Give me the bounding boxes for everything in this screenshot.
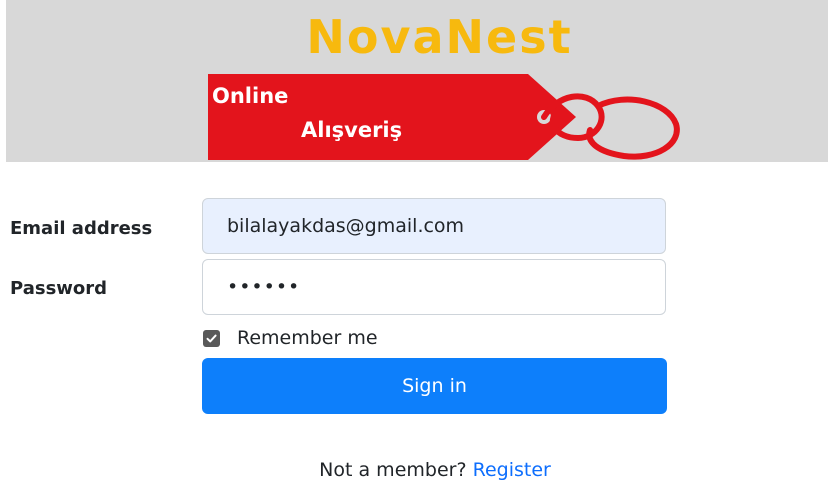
online-shopping-tag-logo: Online Alışveriş: [206, 72, 682, 162]
remember-me-row[interactable]: Remember me: [203, 324, 378, 352]
password-field[interactable]: [202, 259, 666, 315]
remember-me-label: Remember me: [237, 327, 378, 349]
not-a-member-text: Not a member?: [319, 459, 467, 481]
password-label: Password: [10, 278, 108, 299]
check-icon: [206, 334, 217, 342]
register-prompt: Not a member? Register: [0, 456, 828, 484]
tag-text-online: Online: [212, 84, 289, 108]
email-label: Email address: [10, 218, 153, 239]
header-banner: NovaNest Online Alışveriş: [6, 0, 828, 162]
register-link[interactable]: Register: [473, 459, 551, 481]
brand-logo-text: NovaNest: [306, 10, 573, 64]
sign-in-button[interactable]: Sign in: [202, 358, 667, 414]
email-field[interactable]: [202, 198, 666, 254]
tag-text-alisveris: Alışveriş: [301, 118, 403, 142]
remember-me-checkbox[interactable]: [203, 329, 220, 347]
